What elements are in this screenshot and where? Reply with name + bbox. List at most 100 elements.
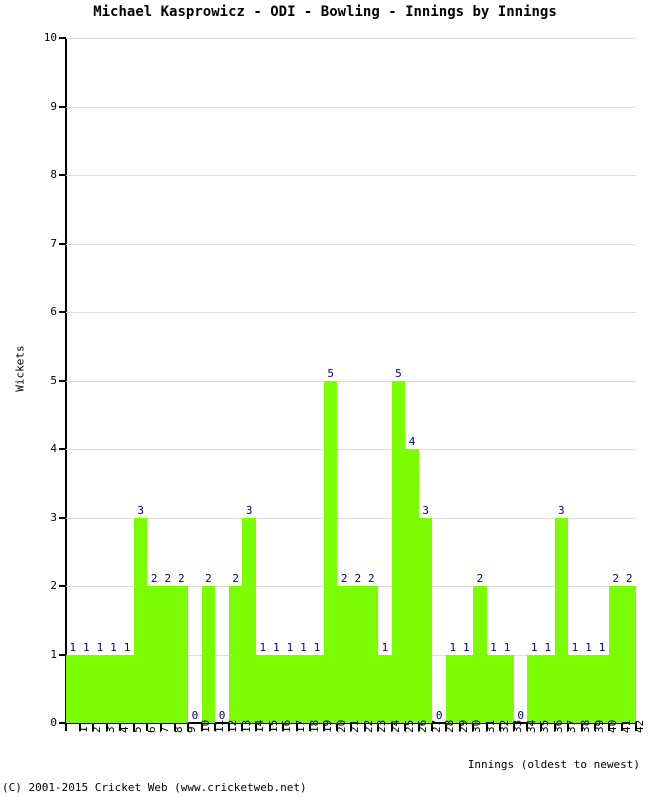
x-tick-label: 20: [334, 719, 348, 733]
bar: [269, 654, 284, 723]
y-tick-mark: [59, 105, 66, 108]
x-tick-label: 23: [375, 719, 389, 733]
x-tick-label: 26: [416, 719, 430, 733]
x-tick-label: 7: [158, 726, 172, 733]
bar-value-label: 1: [490, 640, 497, 654]
x-tick-label: 25: [402, 719, 416, 733]
bar: [228, 586, 243, 723]
bar-value-label: 1: [96, 640, 104, 654]
x-tick-label: 11: [212, 719, 226, 733]
y-tick-label: 4: [50, 442, 57, 455]
y-tick-mark: [59, 653, 66, 656]
bar-value-label: 1: [300, 640, 307, 654]
page-title: Michael Kasprowicz - ODI - Bowling - Inn…: [93, 4, 557, 20]
bar: [283, 654, 297, 723]
bar-value-label: 1: [530, 640, 538, 654]
bar: [527, 654, 541, 723]
bar: [608, 586, 623, 723]
bar-value-label: 1: [544, 640, 552, 654]
bar: [378, 654, 392, 723]
gridline: [66, 106, 636, 108]
x-tick-label: 5: [131, 726, 145, 733]
bar-value-label: 1: [286, 640, 294, 654]
bar: [418, 517, 433, 723]
bar: [147, 586, 161, 723]
x-tick-label: 28: [443, 719, 457, 733]
y-tick-label: 3: [50, 510, 57, 524]
y-tick-mark: [59, 448, 66, 450]
x-tick-label: 27: [429, 719, 443, 733]
x-tick-label: 14: [253, 719, 267, 733]
bar: [500, 654, 514, 723]
x-tick-label: 22: [361, 719, 375, 733]
y-tick-label: 6: [50, 305, 57, 318]
x-tick-label: 21: [348, 719, 362, 733]
bar-value-label: 3: [137, 503, 144, 517]
bar-value-label: 1: [381, 640, 389, 654]
bar: [256, 654, 270, 723]
bar-value-label: 4: [408, 435, 416, 448]
bar: [595, 654, 609, 723]
x-tick-label: 2: [90, 726, 104, 733]
x-tick-label: 15: [266, 719, 280, 733]
bar-value-label: 1: [449, 640, 457, 654]
bar-value-label: 1: [123, 640, 131, 654]
y-tick-label: 7: [50, 236, 57, 250]
bar-value-label: 3: [245, 503, 253, 517]
bar: [93, 654, 107, 723]
bar-value-label: 5: [327, 366, 334, 380]
bar: [581, 654, 596, 723]
x-tick-label: 38: [578, 719, 592, 733]
gridline: [66, 449, 636, 450]
bar-value-label: 1: [598, 640, 606, 654]
bar: [486, 654, 501, 723]
footer-copyright: (C) 2001-2015 Cricket Web (www.cricketwe…: [2, 781, 307, 794]
x-tick-label: 39: [592, 719, 606, 733]
bar-value-label: 2: [368, 572, 375, 585]
bar-value-label: 2: [625, 572, 633, 585]
bar-value-label: 1: [503, 640, 511, 654]
x-tick-label: 1: [76, 726, 90, 733]
x-tick-label: 19: [321, 719, 335, 733]
y-tick-label: 8: [50, 168, 57, 181]
gridline: [66, 380, 636, 382]
bar-value-label: 2: [612, 572, 619, 585]
bar: [296, 654, 311, 723]
x-tick-label: 42: [633, 719, 647, 733]
y-tick-label: 10: [43, 31, 57, 44]
x-tick-label: 36: [551, 719, 565, 733]
bar-value-label: 1: [463, 640, 470, 654]
bar: [622, 586, 636, 723]
x-tick-label: 33: [511, 719, 525, 733]
x-tick-label: 16: [280, 719, 294, 733]
bar-value-label: 1: [69, 640, 77, 654]
bar: [66, 654, 80, 723]
x-tick-label: 37: [565, 719, 579, 733]
x-tick-label: 34: [524, 719, 538, 733]
bar-value-label: 1: [273, 640, 280, 654]
bar: [446, 654, 460, 723]
bar: [568, 654, 582, 723]
bar: [459, 654, 474, 723]
bar-value-label: 3: [422, 503, 429, 517]
bar: [161, 586, 175, 723]
plot-area: 1111132220202311111522215430112110113111…: [66, 38, 636, 723]
bar-value-label: 3: [558, 503, 565, 517]
bar: [174, 586, 189, 723]
bar: [120, 654, 134, 723]
bar-value-label: 2: [476, 572, 484, 585]
x-tick-label: 6: [144, 726, 158, 733]
bar: [351, 586, 365, 723]
y-tick-mark: [59, 174, 66, 176]
bar: [310, 654, 324, 723]
gridline: [66, 312, 636, 313]
y-axis-label: Wickets: [13, 345, 27, 392]
x-tick-label: 4: [117, 726, 131, 733]
bar: [323, 380, 338, 723]
y-tick-mark: [59, 242, 66, 245]
gridline: [66, 38, 636, 39]
bar: [554, 517, 569, 723]
bar-value-label: 1: [110, 640, 117, 654]
bar-value-label: 1: [585, 640, 592, 654]
bar: [242, 517, 256, 723]
